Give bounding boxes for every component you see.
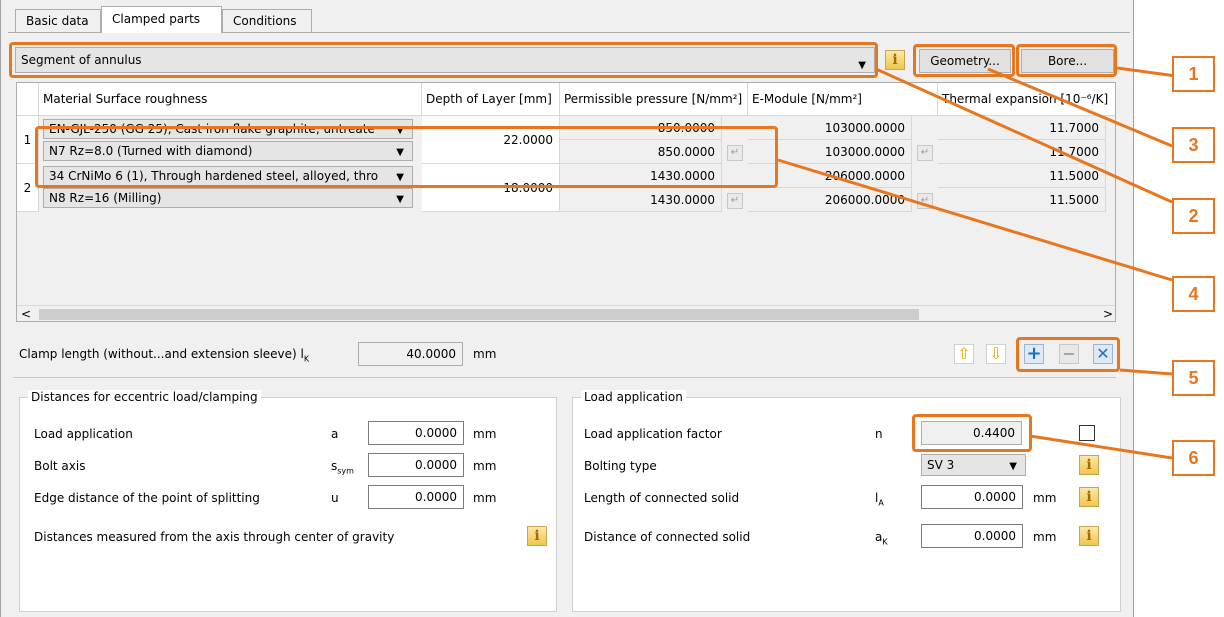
callout-4: 4	[1172, 276, 1215, 312]
tab-clamped-parts[interactable]: Clamped parts	[101, 6, 222, 33]
callout-3: 3	[1172, 127, 1215, 163]
callout-6: 6	[1172, 440, 1215, 476]
callout-lines	[777, 66, 1177, 460]
callout-1: 1	[1172, 56, 1215, 92]
callout-5: 5	[1172, 360, 1215, 396]
callout-2: 2	[1172, 198, 1215, 234]
